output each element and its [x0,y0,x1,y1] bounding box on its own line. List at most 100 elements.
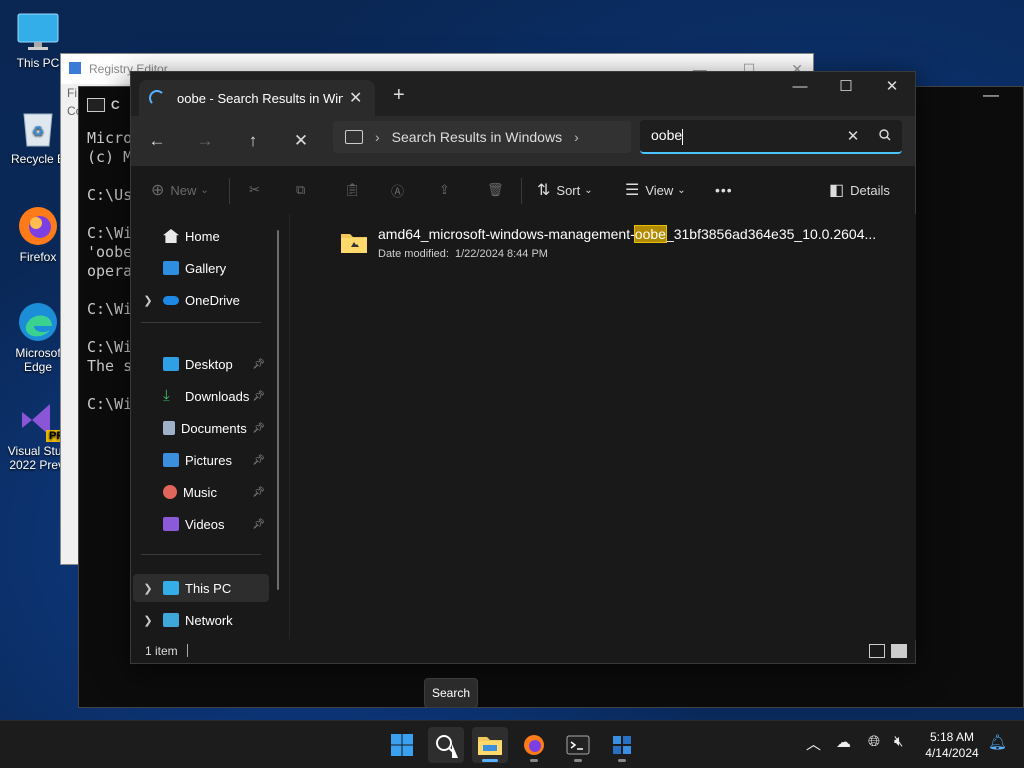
sort-button[interactable]: ⇅ Sort ⌄ [537,178,593,202]
nav-item-label: Documents [181,420,247,436]
home-icon [163,229,179,243]
system-clock[interactable]: 5:18 AM 4/14/2024 [920,729,984,761]
nav-item-desktop[interactable]: Desktop 📌︎ [133,350,269,378]
text-caret [682,128,684,145]
details-pane-icon: ◧ [829,182,845,199]
search-input-value: oobe [651,127,683,144]
nav-item-downloads[interactable]: ⤓ Downloads 📌︎ [133,382,269,410]
nav-item-label: Network [185,612,233,628]
view-list-icon: ☰ [625,182,640,199]
notification-bell-icon[interactable]: 🔔︎ [988,733,1007,751]
start-button[interactable] [384,727,420,763]
file-name-suffix: _31bf3856ad364e35_10.0.2604... [665,226,877,242]
expand-chevron-icon[interactable]: ❯ [133,294,163,307]
nav-item-pictures[interactable]: Pictures 📌︎ [133,446,269,474]
volume-muted-icon[interactable]: 🔇︎ [894,733,903,750]
visual-studio-icon: PRE [16,398,75,442]
share-icon: ⇪ [439,182,450,197]
status-divider [187,644,188,657]
copy-icon: ⧉ [296,182,306,197]
nav-item-videos[interactable]: Videos 📌︎ [133,510,269,538]
nav-item-documents[interactable]: Documents 📌︎ [133,414,269,442]
nav-item-label: Pictures [185,452,232,468]
file-name-prefix: amd64_microsoft-windows-management- [378,226,635,242]
window-controls: — ☐ ✕ [777,72,915,100]
details-view-icon[interactable] [869,644,885,658]
mouse-cursor [452,744,458,758]
expand-chevron-icon[interactable]: ❯ [133,614,163,627]
explorer-tab[interactable]: oobe - Search Results in Windo ✕ [139,80,375,116]
pin-icon[interactable]: 📌︎ [252,487,265,498]
expand-chevron-icon[interactable]: ❯ [133,582,163,595]
nav-item-music[interactable]: Music 📌︎ [133,478,269,506]
nav-scrollbar[interactable] [277,230,279,590]
file-list: amd64_microsoft-windows-management-oobe_… [289,214,916,640]
cut-button[interactable]: ✂ [249,178,260,202]
address-bar[interactable]: › Search Results in Windows › [333,121,631,153]
nav-item-label: Downloads [185,388,250,404]
cmd-icon [87,98,105,112]
explorer-titlebar[interactable]: oobe - Search Results in Windo ✕ + — ☐ ✕ [131,72,915,116]
delete-button[interactable]: 🗑︎ [487,178,504,202]
nav-item-onedrive[interactable]: ❯ OneDrive [133,286,269,314]
taskbar-firefox[interactable] [516,727,552,763]
nav-item-home[interactable]: Home [133,222,269,250]
search-input[interactable]: oobe ✕ [640,120,902,154]
nav-item-label: Gallery [185,260,227,276]
cloud-offline-icon[interactable]: ☁ [836,733,851,751]
nav-item-network[interactable]: ❯ Network [133,606,269,634]
taskbar-registry-editor[interactable] [604,727,640,763]
back-button[interactable]: ← [141,126,173,156]
pin-icon[interactable]: 📌︎ [252,423,265,434]
firefox-icon [524,735,544,755]
close-button[interactable]: ✕ [869,72,915,100]
forward-button[interactable]: → [189,126,221,156]
maximize-button[interactable]: ☐ [823,72,869,100]
copy-button[interactable]: ⧉ [296,178,305,202]
rename-button[interactable]: Ⓐ [391,178,404,202]
chevron-right-icon[interactable]: › [375,129,380,145]
nav-item-this-pc[interactable]: ❯ This PC [133,574,269,602]
clear-search-icon[interactable]: ✕ [838,127,868,145]
list-item[interactable]: amd64_microsoft-windows-management-oobe_… [340,225,910,266]
search-icon[interactable] [868,128,902,144]
share-button[interactable]: ⇪ [439,178,450,202]
this-pc-icon [163,581,179,595]
nav-item-gallery[interactable]: Gallery [133,254,269,282]
minimize-icon[interactable]: — [983,87,999,105]
taskbar-file-explorer[interactable] [472,727,508,763]
explorer-tab-title: oobe - Search Results in Windo [177,90,343,106]
taskbar-terminal[interactable] [560,727,596,763]
pin-icon[interactable]: 📌︎ [252,519,265,530]
globe-icon[interactable]: 🌐︎ [868,733,880,750]
new-tab-button[interactable]: + [393,84,405,107]
paste-button[interactable]: 📋︎ [344,178,361,202]
more-options-button[interactable]: ••• [715,178,733,202]
details-button-label: Details [850,182,890,198]
folder-icon [478,737,502,755]
file-explorer-window[interactable]: oobe - Search Results in Windo ✕ + — ☐ ✕… [130,71,916,664]
taskbar-search-button[interactable] [428,727,464,763]
minimize-button[interactable]: — [777,72,823,100]
chevron-right-icon[interactable]: › [574,129,579,145]
search-match-highlight: oobe [633,225,667,243]
tiles-view-icon[interactable] [891,644,907,658]
up-button[interactable]: ↑ [237,126,269,156]
close-tab-icon[interactable]: ✕ [349,88,362,108]
stop-button[interactable]: ✕ [285,126,317,156]
pin-icon[interactable]: 📌︎ [252,391,265,402]
breadcrumb-location[interactable]: Search Results in Windows [392,129,562,145]
svg-text:♻: ♻ [32,123,45,139]
pin-icon[interactable]: 📌︎ [252,359,265,370]
pin-icon[interactable]: 📌︎ [252,455,265,466]
details-pane-button[interactable]: ◧ Details [829,178,890,202]
new-button[interactable]: ⊕ New ⌄ [151,178,209,202]
sort-icon: ⇅ [537,182,551,199]
chevron-down-icon: ⌄ [200,184,209,196]
document-icon [163,421,175,435]
date-value: 1/22/2024 8:44 PM [455,248,548,260]
chevron-up-icon[interactable]: ︿ [806,733,821,754]
music-icon [163,485,177,499]
view-button[interactable]: ☰ View ⌄ [625,178,686,202]
registry-icon [613,736,631,754]
